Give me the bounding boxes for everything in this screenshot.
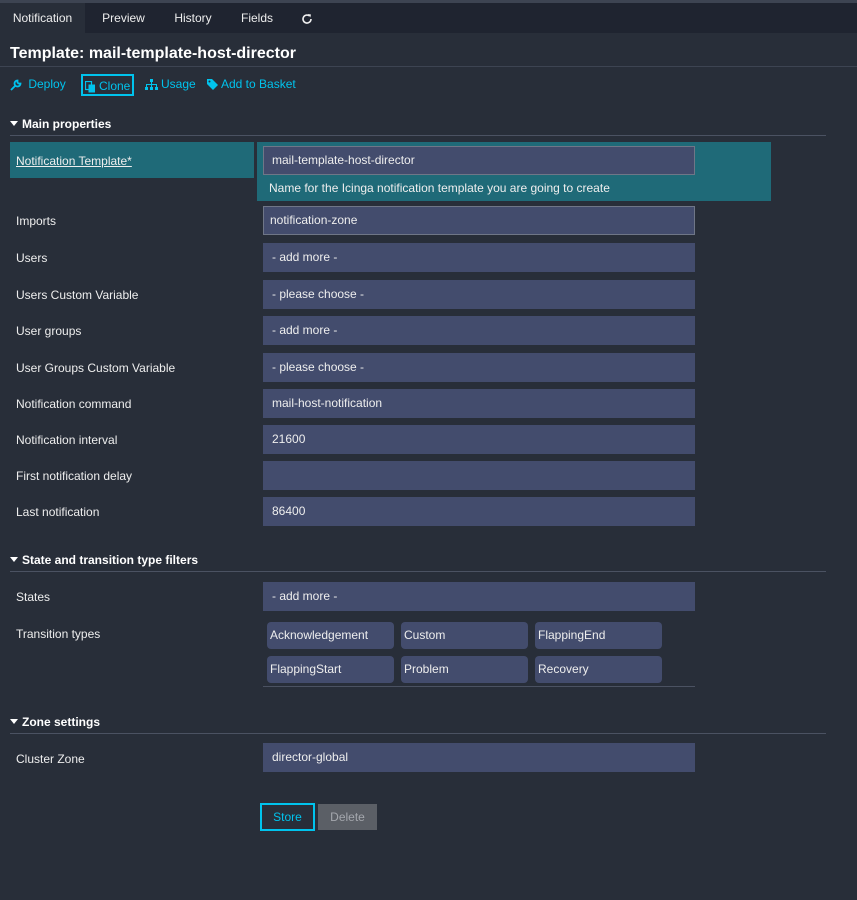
collapse-triangle-icon bbox=[10, 719, 18, 724]
delete-button: Delete bbox=[318, 804, 377, 830]
transition-type-problem[interactable]: Problem bbox=[401, 656, 528, 683]
states-select[interactable]: - add more - bbox=[263, 582, 695, 611]
users-custom-variable-label: Users Custom Variable bbox=[16, 288, 139, 302]
notification-interval-label: Notification interval bbox=[16, 433, 118, 447]
sitemap-icon bbox=[145, 79, 158, 91]
users-label: Users bbox=[16, 251, 48, 265]
user-groups-label: User groups bbox=[16, 324, 82, 338]
transition-type-recovery[interactable]: Recovery bbox=[535, 656, 662, 683]
page-title: Template: mail-template-host-director bbox=[10, 45, 296, 62]
transition-type-flappingstart[interactable]: FlappingStart bbox=[267, 656, 394, 683]
clone-label: Clone bbox=[99, 79, 131, 93]
notification-command-label: Notification command bbox=[16, 397, 132, 411]
usage-label: Usage bbox=[161, 77, 196, 91]
zone-settings-divider bbox=[10, 733, 826, 734]
transition-type-acknowledgement[interactable]: Acknowledgement bbox=[267, 622, 394, 649]
state-filters-divider bbox=[10, 571, 826, 572]
notification-command-select[interactable]: mail-host-notification bbox=[263, 389, 695, 418]
state-filters-title: State and transition type filters bbox=[22, 553, 199, 567]
title-divider bbox=[0, 66, 857, 67]
last-notification-input[interactable]: 86400 bbox=[263, 497, 695, 526]
imports-label: Imports bbox=[16, 214, 57, 228]
wrench-icon bbox=[10, 79, 22, 91]
tab-bar: Notification Preview History Fields bbox=[0, 3, 857, 33]
clone-link[interactable]: Clone bbox=[81, 74, 135, 96]
transition-types-underline bbox=[263, 686, 695, 687]
users-select[interactable]: - add more - bbox=[263, 243, 695, 272]
user-groups-custom-variable-select[interactable]: - please choose - bbox=[263, 353, 695, 382]
refresh-icon bbox=[302, 13, 312, 24]
users-custom-variable-select[interactable]: - please choose - bbox=[263, 280, 695, 309]
tab-preview[interactable]: Preview bbox=[85, 3, 162, 33]
add-to-basket-label: Add to Basket bbox=[221, 77, 296, 91]
cluster-zone-select[interactable]: director-global bbox=[263, 743, 695, 772]
states-label: States bbox=[16, 590, 51, 604]
user-groups-custom-variable-label: User Groups Custom Variable bbox=[16, 361, 176, 375]
deploy-label: Deploy bbox=[28, 77, 66, 91]
notification-interval-input[interactable]: 21600 bbox=[263, 425, 695, 454]
notification-template-label: Notification Template* bbox=[10, 142, 254, 178]
main-properties-title: Main properties bbox=[22, 117, 112, 131]
user-groups-select[interactable]: - add more - bbox=[263, 316, 695, 345]
collapse-triangle-icon bbox=[10, 121, 18, 126]
transition-types-label: Transition types bbox=[16, 627, 101, 641]
tab-history[interactable]: History bbox=[162, 3, 224, 33]
imports-input[interactable]: notification-zone bbox=[263, 206, 695, 235]
tab-fields[interactable]: Fields bbox=[224, 3, 290, 33]
usage-link[interactable]: Usage bbox=[145, 74, 196, 96]
main-properties-header[interactable]: Main properties bbox=[10, 117, 111, 131]
store-button[interactable]: Store bbox=[260, 803, 315, 831]
tab-refresh[interactable] bbox=[290, 3, 324, 33]
deploy-link[interactable]: Deploy bbox=[10, 74, 66, 96]
tag-icon bbox=[207, 79, 218, 91]
notification-template-hint: Name for the Icinga notification templat… bbox=[269, 181, 610, 195]
notification-template-input[interactable]: mail-template-host-director bbox=[263, 146, 695, 175]
state-filters-header[interactable]: State and transition type filters bbox=[10, 553, 198, 567]
transition-type-custom[interactable]: Custom bbox=[401, 622, 528, 649]
first-notification-delay-input[interactable] bbox=[263, 461, 695, 490]
cluster-zone-label: Cluster Zone bbox=[16, 752, 85, 766]
zone-settings-header[interactable]: Zone settings bbox=[10, 715, 100, 729]
copy-icon bbox=[84, 80, 95, 93]
transition-type-flappingend[interactable]: FlappingEnd bbox=[535, 622, 662, 649]
main-properties-divider bbox=[10, 135, 826, 136]
last-notification-label: Last notification bbox=[16, 505, 100, 519]
tab-notification[interactable]: Notification bbox=[0, 3, 85, 33]
add-to-basket-link[interactable]: Add to Basket bbox=[207, 74, 296, 96]
collapse-triangle-icon bbox=[10, 557, 18, 562]
zone-settings-title: Zone settings bbox=[22, 715, 101, 729]
first-notification-delay-label: First notification delay bbox=[16, 469, 133, 483]
